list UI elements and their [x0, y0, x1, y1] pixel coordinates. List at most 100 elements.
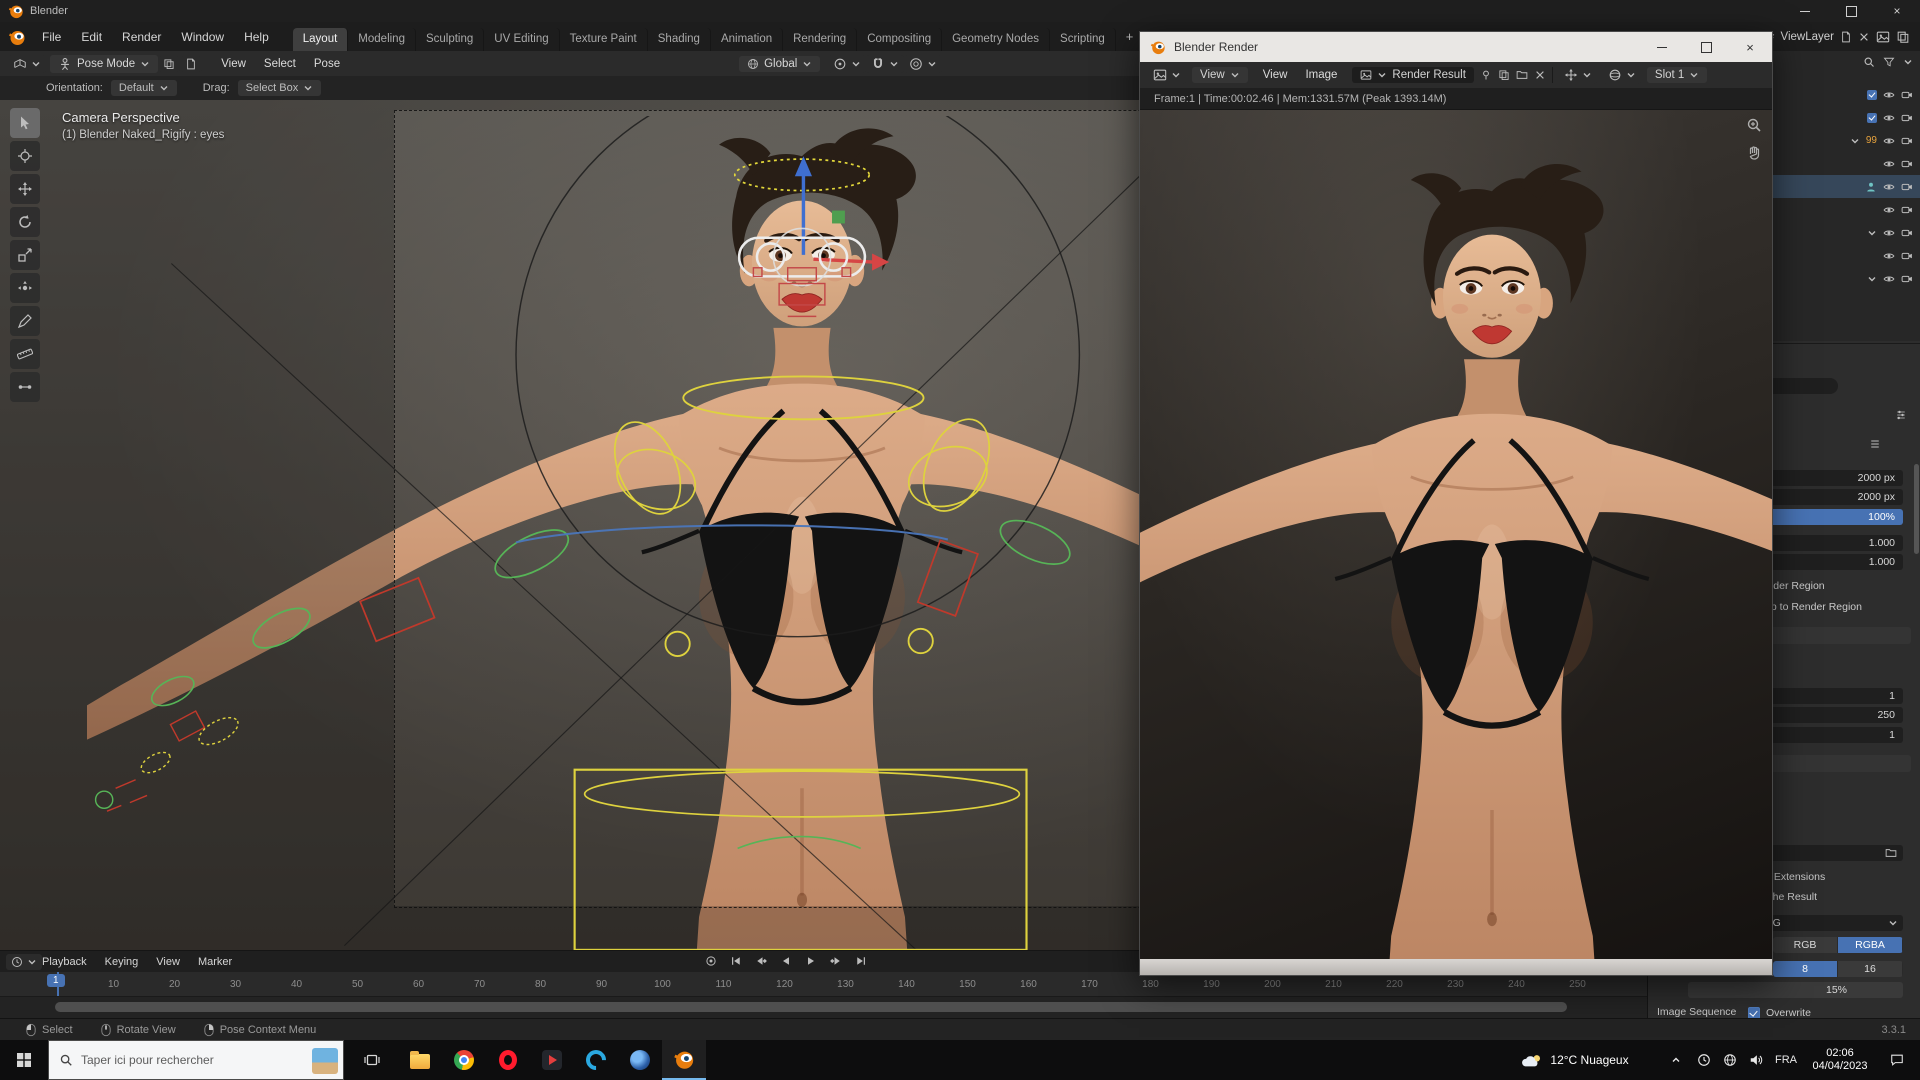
- chevron-down-icon[interactable]: [1867, 274, 1877, 284]
- folder-icon[interactable]: [1885, 847, 1897, 859]
- transform-tool-button[interactable]: [10, 273, 40, 303]
- measure-tool-button[interactable]: [10, 339, 40, 369]
- notification-center-button[interactable]: [1882, 1040, 1912, 1080]
- render-minimize-button[interactable]: [1640, 32, 1684, 62]
- workspace-tab[interactable]: Geometry Nodes: [942, 28, 1051, 51]
- pivot-point-button[interactable]: [828, 54, 867, 73]
- image-datablock-selector[interactable]: Render Result: [1352, 67, 1474, 83]
- image-editor-menu-item[interactable]: View: [1254, 69, 1297, 81]
- chevron-down-icon[interactable]: [1850, 136, 1860, 146]
- menubar-item[interactable]: Help: [234, 23, 279, 51]
- proportional-edit-button[interactable]: [904, 54, 943, 73]
- timeline-menu-item[interactable]: Keying: [97, 952, 147, 972]
- visibility-eye-icon[interactable]: [1883, 89, 1895, 101]
- color-mode-option[interactable]: RGBA: [1838, 937, 1903, 953]
- visibility-eye-icon[interactable]: [1883, 273, 1895, 285]
- workspace-tab[interactable]: Animation: [711, 28, 784, 51]
- paste-pose-button[interactable]: [180, 55, 203, 72]
- taskbar-app-media-player[interactable]: [530, 1040, 574, 1080]
- workspace-tab[interactable]: Scripting: [1050, 28, 1116, 51]
- image-mode-dropdown[interactable]: View: [1192, 67, 1248, 83]
- cursor-tool-button[interactable]: [10, 141, 40, 171]
- viewport-menu-item[interactable]: Select: [255, 58, 305, 70]
- compression-slider[interactable]: 15%: [1688, 982, 1903, 998]
- workspace-tab[interactable]: Rendering: [783, 28, 858, 51]
- search-icon[interactable]: [1863, 56, 1875, 68]
- task-view-button[interactable]: [350, 1040, 394, 1080]
- language-indicator[interactable]: FRA: [1770, 1040, 1802, 1080]
- render-visibility-camera-icon[interactable]: [1901, 204, 1913, 216]
- move-tool-button[interactable]: [10, 174, 40, 204]
- auto-keying-button[interactable]: [700, 952, 722, 970]
- play-button[interactable]: [800, 952, 822, 970]
- menubar-item[interactable]: File: [32, 23, 71, 51]
- remove-layer-icon[interactable]: [1858, 31, 1870, 43]
- panel-menu-icon[interactable]: [1869, 438, 1881, 450]
- taskbar-app-opera[interactable]: [486, 1040, 530, 1080]
- timeline-editor-type-button[interactable]: [6, 953, 42, 970]
- workspace-tab[interactable]: UV Editing: [484, 28, 560, 51]
- orientation-dropdown[interactable]: Default: [110, 80, 177, 96]
- timeline-menu-item[interactable]: Playback: [34, 952, 95, 972]
- unlink-image-icon[interactable]: [1534, 69, 1546, 81]
- taskbar-app-swirl[interactable]: [618, 1040, 662, 1080]
- taskbar-app-file-explorer[interactable]: [398, 1040, 442, 1080]
- editor-type-button[interactable]: [8, 54, 46, 73]
- tray-clock-app[interactable]: [1692, 1040, 1716, 1080]
- properties-scrollbar[interactable]: [1914, 464, 1919, 554]
- transform-orientation-dropdown[interactable]: Global: [739, 55, 821, 72]
- visibility-eye-icon[interactable]: [1883, 250, 1895, 262]
- play-reverse-button[interactable]: [775, 952, 797, 970]
- visibility-eye-icon[interactable]: [1883, 204, 1895, 216]
- render-visibility-camera-icon[interactable]: [1901, 181, 1913, 193]
- workspace-tab[interactable]: Layout: [292, 28, 349, 51]
- render-visibility-camera-icon[interactable]: [1901, 250, 1913, 262]
- drag-dropdown[interactable]: Select Box: [237, 80, 322, 96]
- render-image-icon[interactable]: [1876, 30, 1890, 44]
- menubar-item[interactable]: Render: [112, 23, 171, 51]
- menubar-item[interactable]: Edit: [71, 23, 112, 51]
- workspace-tab[interactable]: Modeling: [348, 28, 416, 51]
- image-editor-type-button[interactable]: [1148, 66, 1186, 84]
- view-layer-name[interactable]: ViewLayer: [1781, 31, 1835, 43]
- pose-breakdowner-tool-button[interactable]: [10, 372, 40, 402]
- minimize-button[interactable]: [1782, 0, 1828, 22]
- taskbar-app-blender[interactable]: [662, 1040, 706, 1080]
- selectable-checkbox[interactable]: [1867, 112, 1877, 123]
- viewport-menu-item[interactable]: View: [212, 58, 255, 70]
- render-visibility-camera-icon[interactable]: [1901, 273, 1913, 285]
- pin-icon[interactable]: [1480, 69, 1492, 81]
- workspace-tab[interactable]: Texture Paint: [560, 28, 648, 51]
- filter-sliders-icon[interactable]: [1895, 409, 1907, 421]
- volume-button[interactable]: [1744, 1040, 1768, 1080]
- taskbar-app-blue-c[interactable]: [574, 1040, 618, 1080]
- taskbar-clock[interactable]: 02:06 04/04/2023: [1804, 1040, 1876, 1080]
- maximize-button[interactable]: [1828, 0, 1874, 22]
- taskbar-search[interactable]: Taper ici pour rechercher: [48, 1040, 344, 1080]
- select-box-tool-button[interactable]: [10, 108, 40, 138]
- render-visibility-camera-icon[interactable]: [1901, 89, 1913, 101]
- menubar-item[interactable]: Window: [171, 23, 234, 51]
- chevron-down-icon[interactable]: [1903, 57, 1913, 67]
- snapping-button[interactable]: [866, 54, 905, 73]
- render-visibility-camera-icon[interactable]: [1901, 112, 1913, 124]
- workspace-tab[interactable]: Sculpting: [416, 28, 485, 51]
- timeline-scrollbar[interactable]: [55, 1002, 1567, 1012]
- color-depth-option[interactable]: 8: [1773, 961, 1838, 977]
- image-editor-menu-item[interactable]: Image: [1296, 69, 1346, 81]
- render-window[interactable]: Blender Render × View View Image Render …: [1139, 31, 1773, 976]
- jump-to-end-button[interactable]: [850, 952, 872, 970]
- filter-funnel-icon[interactable]: [1883, 56, 1895, 68]
- network-button[interactable]: [1718, 1040, 1742, 1080]
- next-keyframe-button[interactable]: [825, 952, 847, 970]
- render-close-button[interactable]: ×: [1728, 32, 1772, 62]
- visibility-eye-icon[interactable]: [1883, 181, 1895, 193]
- mode-dropdown[interactable]: Pose Mode: [50, 54, 159, 73]
- render-window-titlebar[interactable]: Blender Render ×: [1140, 32, 1772, 62]
- hidden-icons-button[interactable]: [1664, 1040, 1688, 1080]
- start-button[interactable]: [0, 1040, 48, 1080]
- scale-tool-button[interactable]: [10, 240, 40, 270]
- visibility-eye-icon[interactable]: [1883, 227, 1895, 239]
- timeline-menu-item[interactable]: Marker: [190, 952, 240, 972]
- workspace-tab[interactable]: Compositing: [857, 28, 943, 51]
